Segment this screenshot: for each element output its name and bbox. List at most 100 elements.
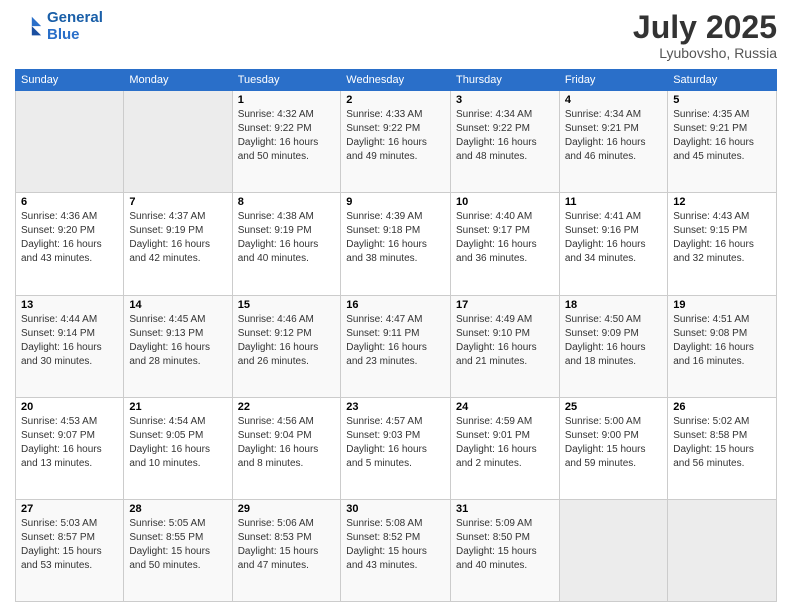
day-cell: 17 Sunrise: 4:49 AMSunset: 9:10 PMDaylig… [451, 295, 560, 397]
day-detail: Sunrise: 4:51 AMSunset: 9:08 PMDaylight:… [673, 313, 771, 369]
day-detail: Sunrise: 4:35 AMSunset: 9:21 PMDaylight:… [673, 108, 771, 164]
day-detail: Sunrise: 5:00 AMSunset: 9:00 PMDaylight:… [565, 415, 662, 471]
day-number: 4 [565, 94, 662, 106]
week-row-5: 27 Sunrise: 5:03 AMSunset: 8:57 PMDaylig… [16, 499, 777, 601]
day-cell [559, 499, 667, 601]
day-detail: Sunrise: 4:32 AMSunset: 9:22 PMDaylight:… [238, 108, 336, 164]
day-cell: 30 Sunrise: 5:08 AMSunset: 8:52 PMDaylig… [341, 499, 451, 601]
day-number: 26 [673, 401, 771, 413]
day-number: 25 [565, 401, 662, 413]
day-cell: 5 Sunrise: 4:35 AMSunset: 9:21 PMDayligh… [668, 91, 777, 193]
day-number: 2 [346, 94, 445, 106]
day-cell: 18 Sunrise: 4:50 AMSunset: 9:09 PMDaylig… [559, 295, 667, 397]
day-cell: 15 Sunrise: 4:46 AMSunset: 9:12 PMDaylig… [232, 295, 341, 397]
logo-icon [15, 13, 43, 41]
day-cell: 8 Sunrise: 4:38 AMSunset: 9:19 PMDayligh… [232, 193, 341, 295]
header-cell-wednesday: Wednesday [341, 70, 451, 91]
logo-text: General Blue [47, 10, 103, 43]
day-cell: 25 Sunrise: 5:00 AMSunset: 9:00 PMDaylig… [559, 397, 667, 499]
day-detail: Sunrise: 4:46 AMSunset: 9:12 PMDaylight:… [238, 313, 336, 369]
day-number: 24 [456, 401, 554, 413]
day-cell: 14 Sunrise: 4:45 AMSunset: 9:13 PMDaylig… [124, 295, 232, 397]
day-cell [668, 499, 777, 601]
header-cell-friday: Friday [559, 70, 667, 91]
month-year: July 2025 [633, 10, 777, 45]
day-cell: 11 Sunrise: 4:41 AMSunset: 9:16 PMDaylig… [559, 193, 667, 295]
day-cell: 16 Sunrise: 4:47 AMSunset: 9:11 PMDaylig… [341, 295, 451, 397]
day-cell: 19 Sunrise: 4:51 AMSunset: 9:08 PMDaylig… [668, 295, 777, 397]
page: General Blue July 2025 Lyubovsho, Russia… [0, 0, 792, 612]
day-detail: Sunrise: 4:47 AMSunset: 9:11 PMDaylight:… [346, 313, 445, 369]
day-detail: Sunrise: 4:34 AMSunset: 9:22 PMDaylight:… [456, 108, 554, 164]
location: Lyubovsho, Russia [633, 45, 777, 61]
day-number: 5 [673, 94, 771, 106]
day-number: 17 [456, 299, 554, 311]
day-detail: Sunrise: 4:36 AMSunset: 9:20 PMDaylight:… [21, 210, 118, 266]
day-detail: Sunrise: 4:57 AMSunset: 9:03 PMDaylight:… [346, 415, 445, 471]
day-detail: Sunrise: 4:56 AMSunset: 9:04 PMDaylight:… [238, 415, 336, 471]
day-cell [16, 91, 124, 193]
week-row-3: 13 Sunrise: 4:44 AMSunset: 9:14 PMDaylig… [16, 295, 777, 397]
day-number: 16 [346, 299, 445, 311]
header: General Blue July 2025 Lyubovsho, Russia [15, 10, 777, 61]
logo: General Blue [15, 10, 103, 43]
day-cell: 12 Sunrise: 4:43 AMSunset: 9:15 PMDaylig… [668, 193, 777, 295]
day-number: 6 [21, 196, 118, 208]
day-cell: 13 Sunrise: 4:44 AMSunset: 9:14 PMDaylig… [16, 295, 124, 397]
day-number: 20 [21, 401, 118, 413]
day-cell: 27 Sunrise: 5:03 AMSunset: 8:57 PMDaylig… [16, 499, 124, 601]
header-cell-sunday: Sunday [16, 70, 124, 91]
day-cell: 1 Sunrise: 4:32 AMSunset: 9:22 PMDayligh… [232, 91, 341, 193]
day-cell: 22 Sunrise: 4:56 AMSunset: 9:04 PMDaylig… [232, 397, 341, 499]
day-detail: Sunrise: 5:02 AMSunset: 8:58 PMDaylight:… [673, 415, 771, 471]
day-cell: 10 Sunrise: 4:40 AMSunset: 9:17 PMDaylig… [451, 193, 560, 295]
day-number: 15 [238, 299, 336, 311]
day-detail: Sunrise: 4:43 AMSunset: 9:15 PMDaylight:… [673, 210, 771, 266]
day-number: 29 [238, 503, 336, 515]
day-cell: 7 Sunrise: 4:37 AMSunset: 9:19 PMDayligh… [124, 193, 232, 295]
day-detail: Sunrise: 5:03 AMSunset: 8:57 PMDaylight:… [21, 517, 118, 573]
header-cell-thursday: Thursday [451, 70, 560, 91]
day-cell: 24 Sunrise: 4:59 AMSunset: 9:01 PMDaylig… [451, 397, 560, 499]
day-cell: 29 Sunrise: 5:06 AMSunset: 8:53 PMDaylig… [232, 499, 341, 601]
week-row-2: 6 Sunrise: 4:36 AMSunset: 9:20 PMDayligh… [16, 193, 777, 295]
day-detail: Sunrise: 5:06 AMSunset: 8:53 PMDaylight:… [238, 517, 336, 573]
day-number: 11 [565, 196, 662, 208]
day-detail: Sunrise: 4:44 AMSunset: 9:14 PMDaylight:… [21, 313, 118, 369]
day-number: 23 [346, 401, 445, 413]
day-number: 21 [129, 401, 226, 413]
day-cell: 3 Sunrise: 4:34 AMSunset: 9:22 PMDayligh… [451, 91, 560, 193]
week-row-1: 1 Sunrise: 4:32 AMSunset: 9:22 PMDayligh… [16, 91, 777, 193]
day-number: 12 [673, 196, 771, 208]
day-number: 1 [238, 94, 336, 106]
header-cell-tuesday: Tuesday [232, 70, 341, 91]
day-cell: 4 Sunrise: 4:34 AMSunset: 9:21 PMDayligh… [559, 91, 667, 193]
day-number: 10 [456, 196, 554, 208]
day-cell: 26 Sunrise: 5:02 AMSunset: 8:58 PMDaylig… [668, 397, 777, 499]
day-number: 3 [456, 94, 554, 106]
day-detail: Sunrise: 4:33 AMSunset: 9:22 PMDaylight:… [346, 108, 445, 164]
day-number: 8 [238, 196, 336, 208]
week-row-4: 20 Sunrise: 4:53 AMSunset: 9:07 PMDaylig… [16, 397, 777, 499]
day-detail: Sunrise: 4:41 AMSunset: 9:16 PMDaylight:… [565, 210, 662, 266]
day-detail: Sunrise: 4:39 AMSunset: 9:18 PMDaylight:… [346, 210, 445, 266]
day-detail: Sunrise: 4:54 AMSunset: 9:05 PMDaylight:… [129, 415, 226, 471]
day-detail: Sunrise: 5:05 AMSunset: 8:55 PMDaylight:… [129, 517, 226, 573]
day-detail: Sunrise: 5:09 AMSunset: 8:50 PMDaylight:… [456, 517, 554, 573]
header-row: SundayMondayTuesdayWednesdayThursdayFrid… [16, 70, 777, 91]
day-number: 19 [673, 299, 771, 311]
day-cell [124, 91, 232, 193]
day-number: 7 [129, 196, 226, 208]
day-number: 22 [238, 401, 336, 413]
header-cell-monday: Monday [124, 70, 232, 91]
day-number: 9 [346, 196, 445, 208]
day-number: 27 [21, 503, 118, 515]
day-cell: 21 Sunrise: 4:54 AMSunset: 9:05 PMDaylig… [124, 397, 232, 499]
day-cell: 20 Sunrise: 4:53 AMSunset: 9:07 PMDaylig… [16, 397, 124, 499]
day-number: 30 [346, 503, 445, 515]
day-detail: Sunrise: 4:37 AMSunset: 9:19 PMDaylight:… [129, 210, 226, 266]
day-detail: Sunrise: 4:45 AMSunset: 9:13 PMDaylight:… [129, 313, 226, 369]
day-cell: 28 Sunrise: 5:05 AMSunset: 8:55 PMDaylig… [124, 499, 232, 601]
day-detail: Sunrise: 4:50 AMSunset: 9:09 PMDaylight:… [565, 313, 662, 369]
day-detail: Sunrise: 5:08 AMSunset: 8:52 PMDaylight:… [346, 517, 445, 573]
